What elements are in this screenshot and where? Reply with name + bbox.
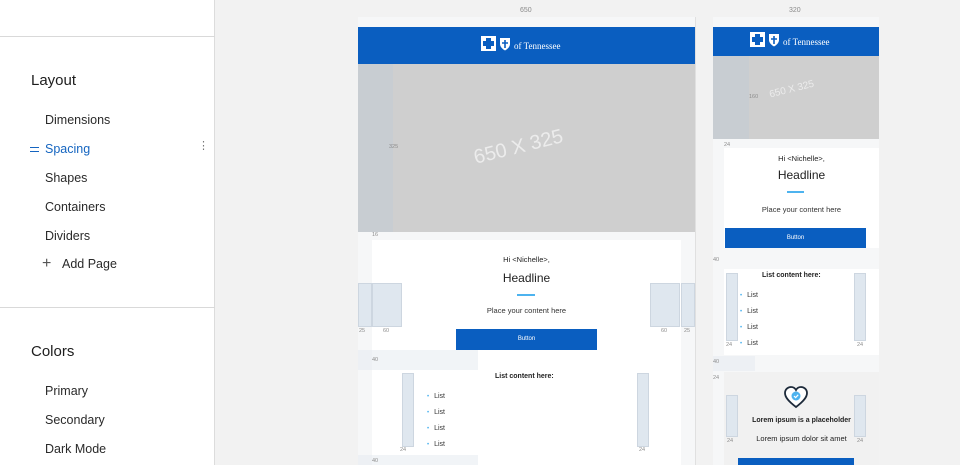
headline-text: Headline	[777, 168, 826, 182]
mobile-width-label: 320	[789, 7, 801, 14]
greeting-text: Hi <Nichelle>,	[778, 154, 825, 163]
spacing-label: 25	[684, 328, 691, 334]
sidebar-item-dividers[interactable]: Dividers	[45, 229, 90, 243]
sidebar-item-secondary[interactable]: Secondary	[45, 413, 105, 427]
body-text: Place your content here	[761, 205, 842, 214]
list-item: List	[427, 425, 445, 432]
sidebar-item-spacing[interactable]: Spacing	[45, 142, 90, 156]
spacing-label: 40	[713, 257, 720, 263]
body-text: Place your content here	[486, 306, 567, 315]
list-title: List content here:	[495, 373, 554, 380]
desktop-email-preview: of Tennessee 325 650 X 325 16 24 Hi <Nic…	[358, 17, 696, 465]
spacing-label: 24	[857, 342, 864, 348]
heart-icon	[784, 386, 808, 409]
list-title: List content here:	[762, 272, 821, 279]
sidebar-item-shapes[interactable]: Shapes	[45, 171, 87, 185]
padding-indicator	[726, 395, 738, 437]
section-heading-layout: Layout	[31, 72, 77, 89]
spacing-label: 60	[383, 328, 390, 334]
list-item: List	[427, 409, 445, 416]
section-heading-colors: Colors	[31, 343, 75, 360]
sidebar-item-primary[interactable]: Primary	[45, 384, 88, 398]
sidebar-item-dark-mode[interactable]: Dark Mode	[45, 442, 106, 456]
spacing-label: 16	[372, 232, 379, 238]
hero-image-placeholder: 160 650 X 325	[713, 56, 879, 139]
spacing-label: 40	[713, 359, 720, 365]
spacing-band	[713, 356, 755, 371]
desktop-width-label: 650	[520, 7, 532, 14]
cta-button[interactable]: Button	[456, 329, 597, 350]
sidebar-item-containers[interactable]: Containers	[45, 200, 105, 214]
spacing-label: 60	[661, 328, 668, 334]
plus-icon[interactable]: +	[42, 256, 51, 272]
more-vertical-icon[interactable]: ⋮	[198, 141, 209, 152]
spacing-label: 24	[639, 447, 646, 453]
padding-indicator	[854, 395, 866, 437]
hero-gutter	[358, 64, 393, 232]
spacing-label: 24	[400, 447, 407, 453]
placeholder-button[interactable]	[738, 458, 854, 465]
spacing-label: 24	[857, 438, 864, 444]
hero-height-label: 160	[749, 94, 759, 100]
accent-divider	[517, 294, 535, 296]
spacing-label: 40	[372, 458, 379, 464]
hero-image-placeholder: 325 650 X 325	[358, 64, 695, 232]
padding-indicator	[637, 373, 649, 447]
padding-indicator	[650, 283, 680, 327]
spacing-label: 24	[726, 342, 733, 348]
greeting-text: Hi <Nichelle>,	[503, 255, 550, 264]
content-card: Hi <Nichelle>, Headline Place your conte…	[724, 148, 879, 248]
mobile-email-preview: of Tennessee 160 650 X 325 24 Hi <Nichel…	[713, 17, 879, 465]
spacing-label: 25	[359, 328, 366, 334]
list-item: List	[427, 441, 445, 448]
list-item: List	[740, 340, 758, 347]
hero-gutter	[713, 56, 749, 139]
sidebar-item-dimensions[interactable]: Dimensions	[45, 113, 110, 127]
padding-indicator	[726, 273, 738, 341]
list-item: List	[740, 308, 758, 315]
accent-divider	[787, 191, 804, 193]
list-item: List	[740, 324, 758, 331]
drag-handle-icon[interactable]	[30, 146, 40, 154]
shield-logo-icon	[769, 33, 779, 46]
hero-height-label: 325	[389, 144, 399, 150]
padding-indicator	[358, 283, 372, 327]
cross-logo-icon	[750, 32, 765, 47]
brand-logo: of Tennessee	[750, 32, 829, 47]
design-system-sidebar: Layout Dimensions Spacing ⋮ Shapes Conta…	[0, 0, 215, 465]
add-page-button[interactable]: Add Page	[62, 257, 117, 271]
brand-logo: of Tennessee	[481, 36, 560, 51]
padding-indicator	[402, 373, 414, 447]
padding-indicator	[372, 283, 402, 327]
padding-indicator	[854, 273, 866, 341]
sidebar-divider	[0, 307, 215, 308]
brand-header: of Tennessee	[713, 27, 879, 56]
spacing-label: 40	[372, 357, 379, 363]
list-item: List	[427, 393, 445, 400]
spacing-label: 24	[727, 438, 734, 444]
padding-indicator	[681, 283, 695, 327]
brand-name: of Tennessee	[783, 37, 830, 47]
sidebar-divider	[0, 36, 215, 37]
cta-button[interactable]: Button	[725, 228, 866, 248]
brand-name: of Tennessee	[514, 41, 561, 51]
shield-logo-icon	[500, 37, 510, 50]
hero-dimension-text: 650 X 325	[471, 125, 566, 169]
list-item: List	[740, 292, 758, 299]
hero-dimension-text: 650 X 325	[768, 78, 816, 101]
cross-logo-icon	[481, 36, 496, 51]
spacing-label: 24	[713, 375, 720, 381]
headline-text: Headline	[502, 271, 551, 285]
brand-header: of Tennessee	[358, 27, 695, 64]
